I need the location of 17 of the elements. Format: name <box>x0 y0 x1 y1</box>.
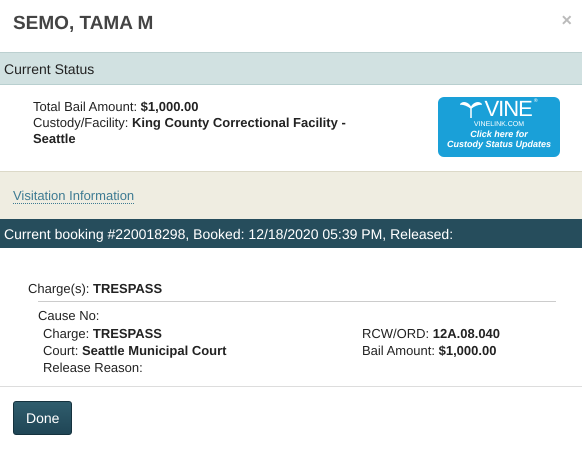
status-line: Custody/Facility: King County Correctional Facility - Seattle <box>33 115 347 147</box>
charge-detail: Court: Seattle Municipal Court <box>43 342 228 359</box>
charge-detail: Charge: TRESPASS <box>43 325 163 342</box>
visitation-link[interactable]: Visitation Information <box>13 188 134 204</box>
done-button[interactable]: Done <box>13 401 72 435</box>
booking-header: Current booking #220018298, Booked: 12/18/2020 05:39 PM, Released: <box>0 219 582 248</box>
charges-text: Charge(s): TRESPASS <box>27 280 164 296</box>
section-header: Current Status <box>0 53 582 85</box>
charge-detail: Release Reason: <box>43 359 144 376</box>
charge-detail: Bail Amount: $1,000.00 <box>362 342 498 359</box>
vine-wordmark: VINE <box>484 98 532 120</box>
vine-caption: Custody Status Updates <box>446 139 551 149</box>
dialog-title: SEMO, TAMA M <box>13 13 154 35</box>
cause-number: Cause No: <box>37 307 100 323</box>
status-line: Total Bail Amount: $1,000.00 <box>33 99 200 115</box>
vine-caption: Click here for <box>470 129 528 139</box>
charge-detail: RCW/ORD: 12A.08.040 <box>362 325 500 342</box>
